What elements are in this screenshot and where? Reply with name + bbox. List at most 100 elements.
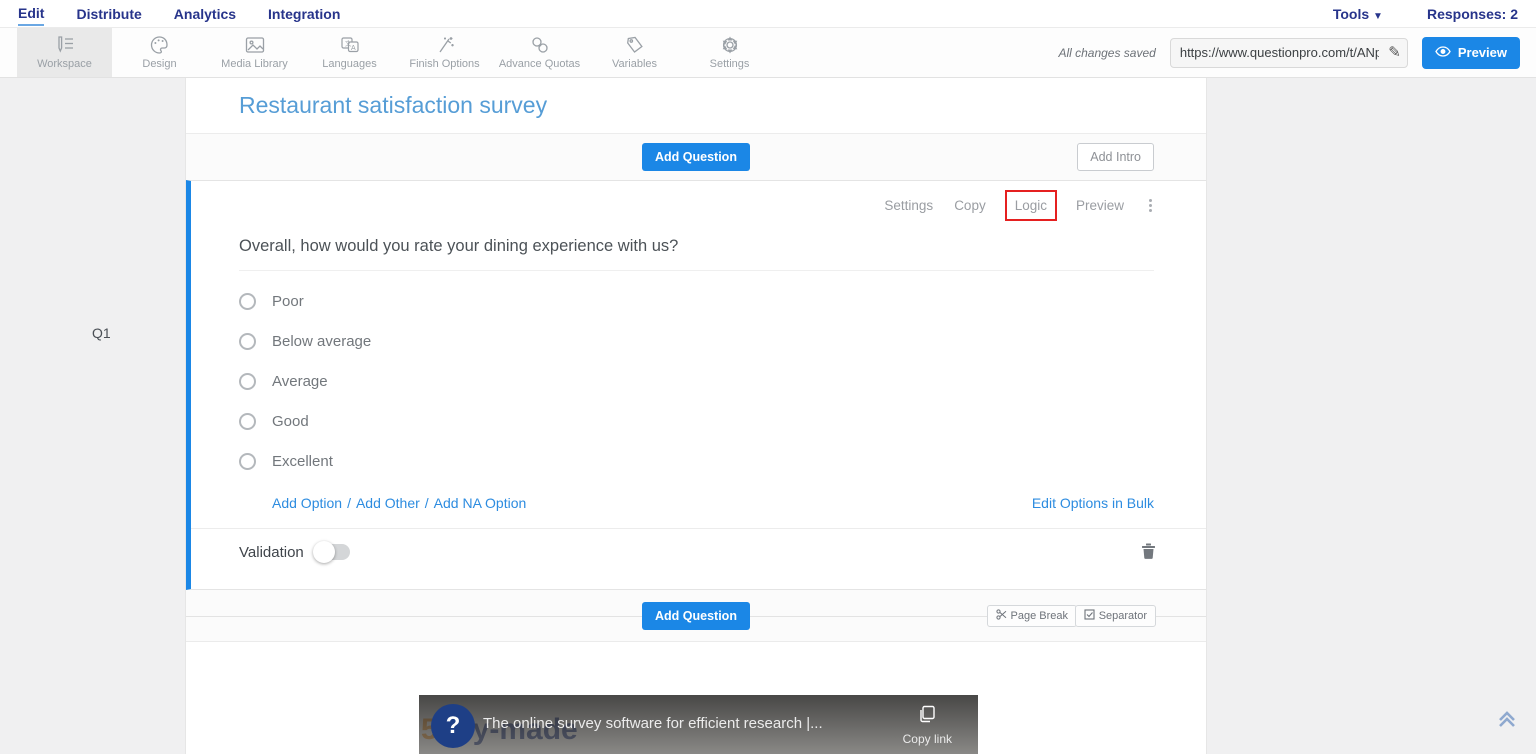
radio-button[interactable] xyxy=(239,293,256,310)
link-separator: / xyxy=(425,495,429,511)
add-question-button-top[interactable]: Add Question xyxy=(642,143,750,171)
copy-link-label: Copy link xyxy=(903,732,952,746)
nav-tab-distribute[interactable]: Distribute xyxy=(76,2,141,25)
link-separator: / xyxy=(347,495,351,511)
toolbar-item-advance-quotas[interactable]: Advance Quotas xyxy=(492,28,587,77)
add-question-band-bottom: Add Question Page Break Separat xyxy=(186,590,1206,642)
edit-options-in-bulk-link[interactable]: Edit Options in Bulk xyxy=(1032,495,1154,511)
action-settings[interactable]: Settings xyxy=(884,198,933,213)
option-label[interactable]: Average xyxy=(272,373,328,390)
toolbar-item-label: Design xyxy=(142,58,176,70)
tools-menu[interactable]: Tools ▼ xyxy=(1333,2,1383,25)
preview-button[interactable]: Preview xyxy=(1422,37,1520,69)
survey-url-input[interactable] xyxy=(1170,38,1408,68)
validation-label: Validation xyxy=(239,544,304,561)
validation-toggle[interactable] xyxy=(314,544,350,560)
editor-toolbar: Workspace Design Media Libr xyxy=(0,28,1536,78)
nav-tab-integration[interactable]: Integration xyxy=(268,2,340,25)
add-intro-button[interactable]: Add Intro xyxy=(1077,143,1154,171)
option-row: Poor xyxy=(239,281,1206,321)
radio-button[interactable] xyxy=(239,453,256,470)
toolbar-item-settings[interactable]: Settings xyxy=(682,28,777,77)
option-label[interactable]: Good xyxy=(272,413,309,430)
copy-link-icon xyxy=(918,705,936,728)
toolbar-item-media-library[interactable]: Media Library xyxy=(207,28,302,77)
answer-options: Poor Below average Average Good Excellen… xyxy=(191,271,1206,481)
add-question-band-top: Add Question Add Intro xyxy=(186,134,1206,180)
toolbar-item-design[interactable]: Design xyxy=(112,28,207,77)
validation-row: Validation xyxy=(191,529,1206,562)
add-other-link[interactable]: Add Other xyxy=(356,495,420,511)
svg-text:A: A xyxy=(351,45,356,52)
add-na-option-link[interactable]: Add NA Option xyxy=(434,495,527,511)
chevron-double-up-icon xyxy=(1496,717,1518,732)
toolbar-item-finish-options[interactable]: Finish Options xyxy=(397,28,492,77)
option-row: Below average xyxy=(239,321,1206,361)
toolbar-item-label: Variables xyxy=(612,58,657,70)
option-row: Good xyxy=(239,401,1206,441)
radio-button[interactable] xyxy=(239,333,256,350)
chevron-down-icon: ▼ xyxy=(1373,11,1383,22)
question-actions: Settings Copy Logic Preview xyxy=(191,181,1206,215)
option-label[interactable]: Excellent xyxy=(272,453,333,470)
page-break-label: Page Break xyxy=(1011,610,1068,622)
question-card-q2: 5ady-made ? The online survey software f… xyxy=(186,642,1206,754)
option-row: Average xyxy=(239,361,1206,401)
page-break-button[interactable]: Page Break xyxy=(987,605,1077,627)
toolbar-item-languages[interactable]: 文 A Languages xyxy=(302,28,397,77)
toolbar-item-label: Workspace xyxy=(37,58,92,70)
languages-icon: 文 A xyxy=(339,35,361,55)
option-label[interactable]: Below average xyxy=(272,333,371,350)
action-copy[interactable]: Copy xyxy=(954,198,986,213)
question-card-q1: Settings Copy Logic Preview Overall, how… xyxy=(186,180,1206,590)
toolbar-item-label: Languages xyxy=(322,58,376,70)
design-icon xyxy=(149,35,170,55)
toolbar-item-label: Finish Options xyxy=(409,58,479,70)
preview-label: Preview xyxy=(1458,45,1507,60)
video-embed[interactable]: 5ady-made ? The online survey software f… xyxy=(419,695,978,754)
trash-icon xyxy=(1141,547,1156,562)
action-logic[interactable]: Logic xyxy=(1005,190,1057,221)
toolbar-item-label: Media Library xyxy=(221,58,288,70)
scroll-to-top-button[interactable] xyxy=(1496,709,1518,732)
editor-canvas: Restaurant satisfaction survey Add Quest… xyxy=(0,78,1536,754)
action-preview[interactable]: Preview xyxy=(1076,198,1124,213)
questionpro-logo: ? xyxy=(431,704,475,748)
radio-button[interactable] xyxy=(239,373,256,390)
responses-link[interactable]: Responses: 2 xyxy=(1427,2,1518,25)
question-id-q1: Q1 xyxy=(92,325,111,341)
more-options-icon[interactable] xyxy=(1145,197,1156,214)
media-library-icon xyxy=(244,35,266,55)
eye-icon xyxy=(1435,45,1451,60)
option-row: Excellent xyxy=(239,441,1206,481)
nav-tabs: Edit Distribute Analytics Integration xyxy=(18,1,340,26)
variables-icon xyxy=(624,35,646,55)
survey-title-section: Restaurant satisfaction survey xyxy=(186,78,1206,134)
edit-url-icon[interactable]: ✎ xyxy=(1388,43,1401,61)
toolbar-item-label: Settings xyxy=(710,58,750,70)
radio-button[interactable] xyxy=(239,413,256,430)
add-question-button-bottom[interactable]: Add Question xyxy=(642,602,750,630)
page-break-icon xyxy=(996,609,1007,623)
toolbar-item-workspace[interactable]: Workspace xyxy=(17,28,112,77)
separator-button[interactable]: Separator xyxy=(1075,605,1156,627)
toolbar-item-variables[interactable]: Variables xyxy=(587,28,682,77)
add-option-link[interactable]: Add Option xyxy=(272,495,342,511)
separator-label: Separator xyxy=(1099,610,1147,622)
save-status: All changes saved xyxy=(1058,46,1155,60)
video-copy-link[interactable]: Copy link xyxy=(903,705,952,746)
tools-label: Tools xyxy=(1333,6,1369,22)
option-links-row: Add Option / Add Other / Add NA Option E… xyxy=(191,481,1206,511)
delete-question-button[interactable] xyxy=(1141,542,1156,562)
video-title: The online survey software for efficient… xyxy=(483,715,823,732)
settings-icon xyxy=(719,35,741,55)
question-text[interactable]: Overall, how would you rate your dining … xyxy=(191,215,1206,256)
survey-column: Restaurant satisfaction survey Add Quest… xyxy=(185,78,1207,754)
toolbar-item-label: Advance Quotas xyxy=(499,58,580,70)
advance-quotas-icon xyxy=(529,35,551,55)
separator-icon xyxy=(1084,609,1095,623)
nav-tab-edit[interactable]: Edit xyxy=(18,1,44,26)
nav-tab-analytics[interactable]: Analytics xyxy=(174,2,236,25)
option-label[interactable]: Poor xyxy=(272,293,304,310)
page-title[interactable]: Restaurant satisfaction survey xyxy=(239,92,547,119)
